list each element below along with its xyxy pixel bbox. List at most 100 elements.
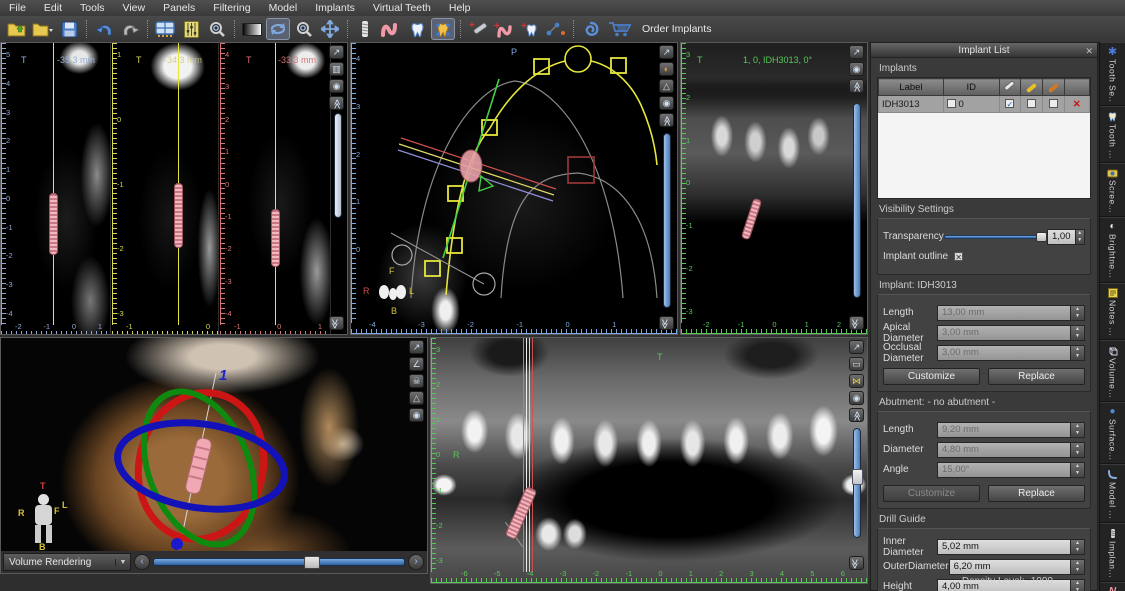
id-checkbox[interactable] bbox=[947, 99, 956, 108]
cross-sections-viewport[interactable]: 543210-1-2-3-4 -2-101 T -35.3 mm 10-1-2-… bbox=[0, 42, 348, 335]
scroll-up-button[interactable]: ≪ bbox=[849, 79, 864, 93]
cross-section-view-3[interactable]: 43210-1-2-3-4 -101 T -33.3 mm bbox=[220, 43, 331, 335]
menu-item-tools[interactable]: Tools bbox=[71, 0, 114, 16]
implant-outline-checkbox-checked[interactable]: ✕ bbox=[954, 252, 963, 261]
implant-cross-section[interactable] bbox=[49, 193, 58, 255]
magnify-slices-button[interactable] bbox=[205, 18, 229, 40]
slice-layout-button[interactable]: ▥ bbox=[329, 62, 344, 76]
close-panel-icon[interactable]: ✕ bbox=[1085, 44, 1093, 59]
scrollbar-handle[interactable] bbox=[852, 469, 863, 485]
brightness-contrast-button[interactable] bbox=[240, 18, 264, 40]
menu-item-model[interactable]: Model bbox=[260, 0, 307, 16]
tab-tooth-selection[interactable]: ✱Tooth Se.. bbox=[1100, 42, 1125, 106]
scroll-up-button[interactable]: ≪ bbox=[849, 408, 864, 422]
spinner-arrows[interactable]: ▲▼ bbox=[1071, 539, 1085, 555]
scroll-up-button[interactable]: ≪ bbox=[329, 96, 344, 110]
axial-viewport[interactable]: 43210 -4-3-2-1012 P F R L B ↗ ◐ △ ◉ ≪ ≪ bbox=[350, 42, 678, 335]
abutment-replace-button[interactable]: Replace bbox=[988, 485, 1085, 502]
sagittal-viewport[interactable]: 3210-1-2-3 -2-1012 T 1, 0, IDH3013, 0° ↗… bbox=[680, 42, 868, 335]
add-nerve-button[interactable]: + bbox=[492, 18, 516, 40]
spinner-arrows[interactable]: ▲▼ bbox=[1071, 462, 1085, 478]
panoramic-curve-button[interactable] bbox=[579, 18, 603, 40]
transparency-value[interactable]: 1,00 bbox=[1047, 229, 1076, 245]
menu-item-file[interactable]: File bbox=[0, 0, 35, 16]
slice-scrollbar[interactable] bbox=[853, 428, 861, 538]
screenshot-button[interactable]: ◉ bbox=[659, 96, 674, 110]
menu-item-filtering[interactable]: Filtering bbox=[204, 0, 259, 16]
implant-tool-button[interactable] bbox=[353, 18, 377, 40]
tab-implant[interactable]: Implan... bbox=[1100, 523, 1125, 582]
outer-diameter-spinbox[interactable]: 6,20 mm▲▼ bbox=[949, 559, 1085, 575]
spinner-arrows[interactable]: ▲▼ bbox=[1076, 229, 1086, 245]
cross-section-view-2[interactable]: 10-1-2-3 -10 T -34.3 mm bbox=[112, 43, 219, 335]
open-recent-button[interactable] bbox=[31, 18, 55, 40]
menu-item-view[interactable]: View bbox=[114, 0, 155, 16]
layout-button[interactable] bbox=[153, 18, 177, 40]
implant-customize-button[interactable]: Customize bbox=[883, 368, 980, 385]
slice-line-white[interactable] bbox=[526, 338, 527, 572]
maximize-button[interactable]: ↗ bbox=[409, 340, 424, 354]
contrast-button[interactable]: ◐ bbox=[659, 62, 674, 76]
scroll-down-button[interactable]: ≪ bbox=[849, 316, 864, 330]
tab-tooth[interactable]: Tooth ... bbox=[1100, 106, 1125, 163]
order-implants-label[interactable]: Order Implants bbox=[642, 23, 711, 35]
slider-handle[interactable] bbox=[304, 556, 320, 569]
implant-cross-section[interactable] bbox=[174, 183, 183, 248]
slice-line-yellow[interactable] bbox=[529, 338, 530, 572]
maximize-button[interactable]: ↗ bbox=[849, 340, 864, 354]
inner-diameter-spinbox[interactable]: 5,02 mm▲▼ bbox=[937, 539, 1085, 555]
implant-row[interactable]: IDH3013 0 ✓ ✕ bbox=[879, 96, 1090, 113]
tab-brightness[interactable]: ◐Brightne... bbox=[1100, 217, 1125, 282]
add-tooth-button[interactable]: + bbox=[518, 18, 542, 40]
orange-checkbox[interactable] bbox=[1049, 99, 1058, 108]
column-header-visibility[interactable] bbox=[999, 79, 1021, 96]
order-implants-button[interactable] bbox=[605, 18, 635, 40]
pano-mode-button[interactable]: ▭ bbox=[849, 357, 864, 371]
screenshot-button[interactable]: ◉ bbox=[849, 391, 864, 405]
screenshot-button[interactable]: ◉ bbox=[849, 62, 864, 76]
open-project-button[interactable] bbox=[5, 18, 29, 40]
tab-screenshot[interactable]: Scree... bbox=[1100, 163, 1125, 217]
angle-tool-button[interactable]: ∠ bbox=[409, 357, 424, 371]
render-mode-dropdown[interactable]: Volume Rendering ▼ bbox=[3, 553, 131, 571]
yellow-checkbox[interactable] bbox=[1027, 99, 1036, 108]
screenshot-button[interactable]: ◉ bbox=[329, 79, 344, 93]
inner-diameter-value[interactable]: 5,02 mm bbox=[937, 539, 1071, 555]
reset-view-button[interactable] bbox=[266, 18, 290, 40]
menu-item-panels[interactable]: Panels bbox=[154, 0, 204, 16]
panels-button[interactable] bbox=[179, 18, 203, 40]
pan-button[interactable] bbox=[318, 18, 342, 40]
measure-button[interactable]: △ bbox=[409, 391, 424, 405]
scroll-up-button[interactable]: ≪ bbox=[659, 113, 674, 127]
maximize-button[interactable]: ↗ bbox=[659, 45, 674, 59]
column-header-id[interactable]: ID bbox=[943, 79, 999, 96]
spinner-arrows[interactable]: ▲▼ bbox=[1071, 345, 1085, 361]
tab-nerve[interactable]: NNerve ... bbox=[1100, 582, 1125, 591]
slice-scrollbar[interactable] bbox=[853, 103, 861, 298]
scroll-down-button[interactable]: ≪ bbox=[659, 316, 674, 330]
undo-button[interactable] bbox=[92, 18, 116, 40]
spinner-arrows[interactable]: ▲▼ bbox=[1071, 305, 1085, 321]
menu-item-implants[interactable]: Implants bbox=[306, 0, 364, 16]
spinner-arrows[interactable]: ▲▼ bbox=[1071, 559, 1085, 575]
add-drill-button[interactable]: + bbox=[466, 18, 490, 40]
zoom-button[interactable] bbox=[292, 18, 316, 40]
spinner-arrows[interactable]: ▲▼ bbox=[1071, 442, 1085, 458]
slice-line[interactable] bbox=[53, 43, 54, 325]
abutment-angle-spinbox[interactable]: 15,00°▲▼ bbox=[937, 462, 1085, 478]
slice-line[interactable] bbox=[275, 43, 276, 325]
implant-label-cell[interactable]: IDH3013 bbox=[879, 96, 944, 113]
implant-replace-button[interactable]: Replace bbox=[988, 368, 1085, 385]
screenshot-button[interactable]: ◉ bbox=[409, 408, 424, 422]
length-spinbox[interactable]: 13,00 mm▲▼ bbox=[937, 305, 1085, 321]
panoramic-viewport[interactable]: 3210-1-2-3 -6-5-4-3-2-10123456 T R ↗ ▭ ⋈… bbox=[430, 337, 868, 584]
column-header-yellow-implant[interactable] bbox=[1021, 79, 1043, 96]
scroll-down-button[interactable]: ≪ bbox=[849, 556, 864, 570]
tab-volume[interactable]: Volume... bbox=[1100, 340, 1125, 402]
transparency-spinbox[interactable]: 1,00 ▲▼ bbox=[1047, 229, 1085, 245]
visibility-cell[interactable]: ✓ bbox=[999, 96, 1021, 113]
orange-cell[interactable] bbox=[1042, 96, 1064, 113]
visibility-checkbox-checked[interactable]: ✓ bbox=[1005, 99, 1014, 108]
delete-implant-button[interactable]: ✕ bbox=[1064, 96, 1089, 113]
transparency-slider[interactable] bbox=[944, 232, 1042, 242]
